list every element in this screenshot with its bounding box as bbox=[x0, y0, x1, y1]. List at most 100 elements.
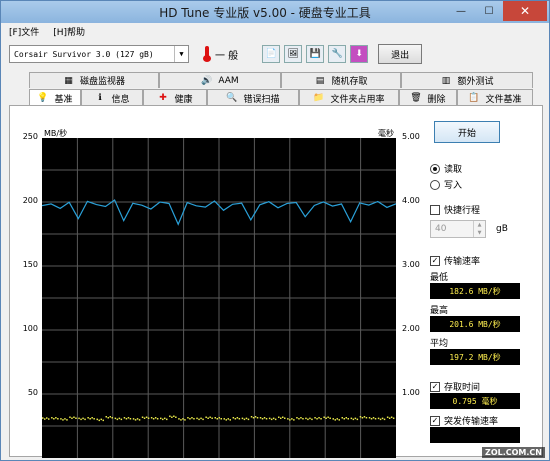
drive-select[interactable]: Corsair Survivor 3.0 (127 gB) ▼ bbox=[9, 45, 189, 63]
access-time-point bbox=[69, 416, 71, 418]
download-icon[interactable]: ⬇ bbox=[350, 45, 369, 63]
tab-folder-usage[interactable]: 📁 文件夹占用率 bbox=[299, 89, 399, 106]
access-time-point bbox=[64, 418, 66, 420]
folder-usage-icon: 📁 bbox=[313, 93, 325, 103]
read-label: 读取 bbox=[444, 165, 463, 175]
tab-label: 随机存取 bbox=[331, 77, 368, 87]
tab-aam[interactable]: 🔊 AAM bbox=[159, 72, 281, 88]
menu-help[interactable]: [H]帮助 bbox=[53, 25, 85, 39]
burst-rate-checkbox[interactable]: ✓ 突发传输速率 bbox=[430, 414, 498, 427]
access-time-point bbox=[300, 417, 302, 419]
tab-label: AAM bbox=[218, 75, 239, 86]
access-time-point bbox=[265, 418, 268, 420]
write-label: 写入 bbox=[444, 181, 463, 191]
temperature-indicator: 一 般 bbox=[203, 46, 238, 62]
transfer-rate-checkbox[interactable]: ✓ 传输速率 bbox=[430, 254, 480, 267]
access-time-point bbox=[118, 417, 121, 420]
short-stroke-value: 40 bbox=[435, 224, 447, 234]
tab-extra-tests[interactable]: ▥ 额外测试 bbox=[401, 72, 533, 88]
access-time-point bbox=[180, 419, 182, 421]
tab-random-access[interactable]: ▤ 随机存取 bbox=[281, 72, 401, 88]
access-time-point bbox=[311, 418, 313, 421]
tab-info[interactable]: ℹ 信息 bbox=[81, 89, 143, 106]
access-time-point bbox=[44, 418, 46, 420]
access-time-point bbox=[352, 418, 355, 421]
access-time-point bbox=[200, 417, 202, 420]
health-icon: ✚ bbox=[159, 93, 167, 103]
access-time-point bbox=[347, 418, 349, 420]
y2-tick-label: 1.00 bbox=[402, 388, 420, 397]
close-button[interactable]: ✕ bbox=[503, 1, 547, 21]
checkbox-box: ✓ bbox=[430, 255, 440, 266]
options-icon[interactable]: 🔧 bbox=[328, 45, 347, 63]
tab-disk-monitor[interactable]: ▦ 磁盘监视器 bbox=[29, 72, 159, 88]
access-time-point bbox=[75, 417, 77, 419]
access-time-point bbox=[296, 417, 298, 419]
access-time-point bbox=[84, 418, 86, 421]
access-time-point bbox=[214, 417, 216, 419]
tab-file-benchmark[interactable]: 📋 文件基准 bbox=[457, 89, 533, 106]
short-stroke-checkbox[interactable]: 快捷行程 bbox=[430, 203, 480, 216]
read-radio[interactable]: 读取 bbox=[430, 162, 462, 175]
access-time-point bbox=[392, 417, 395, 419]
tab-erase[interactable]: 🗑 删除 bbox=[399, 89, 457, 106]
access-time-point bbox=[173, 415, 175, 417]
access-time-point bbox=[227, 418, 229, 420]
short-stroke-unit: gB bbox=[496, 224, 508, 234]
y2-tick-label: 4.00 bbox=[402, 196, 420, 205]
access-time-point bbox=[287, 418, 289, 420]
access-time-point bbox=[93, 418, 95, 420]
access-time-point bbox=[338, 419, 340, 421]
access-time-point bbox=[256, 417, 259, 419]
access-time-point bbox=[250, 416, 253, 418]
access-time-point bbox=[370, 418, 373, 420]
access-time-point bbox=[268, 417, 271, 420]
burst-rate-label: 突发传输速率 bbox=[444, 417, 499, 427]
access-time-value: 0.795 毫秒 bbox=[430, 393, 520, 409]
start-button[interactable]: 开始 bbox=[434, 121, 500, 143]
access-time-checkbox[interactable]: ✓ 存取时间 bbox=[430, 380, 480, 393]
tab-health[interactable]: ✚ 健康 bbox=[143, 89, 207, 106]
save-icon[interactable]: 💾 bbox=[306, 45, 325, 63]
access-time-point bbox=[89, 418, 91, 420]
tab-error-scan[interactable]: 🔍 错误扫描 bbox=[207, 89, 299, 106]
access-time-point bbox=[216, 418, 218, 420]
access-time-point bbox=[280, 417, 282, 419]
checkbox-box bbox=[430, 204, 440, 215]
chevron-down-icon[interactable]: ▼ bbox=[174, 46, 188, 62]
access-time-point bbox=[57, 418, 59, 420]
access-time-point bbox=[218, 417, 220, 419]
access-time-point bbox=[302, 418, 304, 420]
access-time-point bbox=[60, 418, 62, 420]
copy-screenshot-icon[interactable]: 🖼 bbox=[284, 45, 303, 63]
access-time-point bbox=[254, 416, 257, 418]
temperature-value: 一 般 bbox=[215, 50, 239, 62]
burst-rate-value bbox=[430, 427, 520, 443]
exit-button[interactable]: 退出 bbox=[378, 44, 423, 64]
tab-label: 额外测试 bbox=[457, 77, 494, 87]
access-time-point bbox=[71, 417, 73, 419]
max-label: 最高 bbox=[430, 306, 449, 316]
window-controls: — ☐ ✕ bbox=[447, 1, 547, 21]
minimize-button[interactable]: — bbox=[447, 1, 475, 21]
access-time-point bbox=[309, 417, 311, 420]
copy-text-icon[interactable]: 📄 bbox=[262, 45, 281, 63]
access-time-point bbox=[374, 418, 377, 420]
menu-file[interactable]: [F]文件 bbox=[9, 25, 39, 39]
access-time-point bbox=[238, 418, 241, 420]
min-value: 182.6 MB/秒 bbox=[430, 283, 520, 299]
access-time-point bbox=[125, 418, 128, 420]
stepper-arrows-icon[interactable]: ▲ ▼ bbox=[473, 221, 485, 237]
access-time-point bbox=[66, 419, 68, 421]
access-time-point bbox=[381, 417, 384, 420]
tab-benchmark[interactable]: 💡 基准 bbox=[29, 89, 81, 106]
toolbar-icons: 📄 🖼 💾 🔧 ⬇ bbox=[262, 45, 369, 63]
benchmark-icon: 💡 bbox=[37, 93, 49, 103]
maximize-button[interactable]: ☐ bbox=[475, 1, 503, 21]
tab-label: 磁盘监视器 bbox=[79, 77, 125, 87]
access-time-point bbox=[359, 416, 362, 418]
access-time-point bbox=[305, 417, 307, 420]
benchmark-chart bbox=[42, 138, 396, 458]
write-radio[interactable]: 写入 bbox=[430, 178, 462, 191]
short-stroke-stepper[interactable]: 40 ▲ ▼ bbox=[430, 220, 486, 238]
